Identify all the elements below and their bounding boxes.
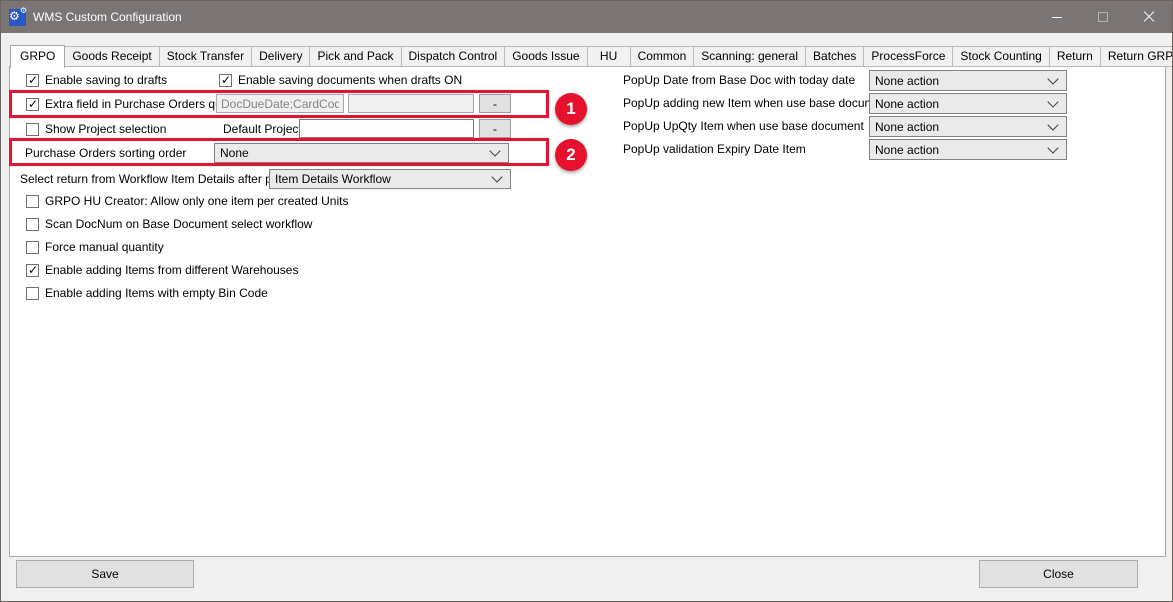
popup-upqty-item-dropdown[interactable]: None action [869, 116, 1067, 137]
purchase-orders-sorting-order-label: Purchase Orders sorting order [25, 146, 186, 160]
checkbox-enable-adding-items-different-warehouses[interactable]: Enable adding Items from different Wareh… [26, 263, 298, 277]
wms-custom-configuration-window: ⚙ ⚙ WMS Custom Configuration GRPO Goods … [0, 0, 1173, 602]
extra-field-clear-button[interactable]: - [479, 94, 511, 113]
popup-upqty-item-label: PopUp UpQty Item when use base document [623, 119, 864, 133]
minimize-icon [1052, 17, 1062, 18]
tab-pick-and-pack[interactable]: Pick and Pack [309, 46, 401, 67]
default-project-label: Default Project [223, 122, 302, 136]
close-button[interactable]: Close [979, 560, 1138, 588]
tab-goods-receipt[interactable]: Goods Receipt [64, 46, 159, 67]
checkbox-label: Enable adding Items with empty Bin Code [45, 286, 268, 300]
dropdown-value: None action [875, 97, 939, 111]
tab-scanning-general[interactable]: Scanning: general [693, 46, 806, 67]
window-controls [1034, 1, 1172, 33]
save-button[interactable]: Save [16, 560, 194, 588]
checkbox-icon [26, 287, 39, 300]
checkbox-extra-field-in-purchase-orders-query[interactable]: Extra field in Purchase Orders query [26, 97, 238, 111]
titlebar: ⚙ ⚙ WMS Custom Configuration [1, 1, 1172, 33]
popup-validation-expiry-date-label: PopUp validation Expiry Date Item [623, 142, 806, 156]
workflow-return-dropdown[interactable]: Item Details Workflow [269, 169, 511, 189]
dropdown-value: Item Details Workflow [275, 172, 391, 186]
checkbox-icon [26, 98, 39, 111]
chevron-down-icon [489, 145, 500, 156]
popup-adding-new-item-dropdown[interactable]: None action [869, 93, 1067, 114]
checkbox-label: Enable adding Items from different Wareh… [45, 263, 298, 277]
popup-adding-new-item-label: PopUp adding new Item when use base docu… [623, 96, 891, 110]
chevron-down-icon [1047, 119, 1058, 130]
checkbox-icon [26, 241, 39, 254]
checkbox-enable-saving-to-drafts[interactable]: Enable saving to drafts [26, 73, 167, 87]
chevron-down-icon [491, 171, 502, 182]
checkbox-label: Show Project selection [45, 122, 166, 136]
tab-delivery[interactable]: Delivery [251, 46, 310, 67]
purchase-orders-sorting-order-dropdown[interactable]: None [214, 143, 509, 163]
checkbox-enable-saving-documents-when-drafts-on[interactable]: Enable saving documents when drafts ON [219, 73, 462, 87]
tab-stock-transfer[interactable]: Stock Transfer [159, 46, 252, 67]
tab-batches[interactable]: Batches [805, 46, 864, 67]
dropdown-value: None action [875, 120, 939, 134]
checkbox-force-manual-quantity[interactable]: Force manual quantity [26, 240, 164, 254]
extra-field-query-input-2[interactable] [348, 94, 474, 113]
app-gears-icon: ⚙ ⚙ [9, 9, 26, 26]
annotation-badge-2: 2 [555, 139, 587, 171]
tab-processforce[interactable]: ProcessForce [863, 46, 953, 67]
annotation-badge-1: 1 [555, 93, 587, 125]
tab-common[interactable]: Common [630, 46, 695, 67]
checkbox-label: Enable saving to drafts [45, 73, 167, 87]
close-window-button[interactable] [1126, 1, 1172, 33]
minimize-button[interactable] [1034, 1, 1080, 33]
checkbox-label: GRPO HU Creator: Allow only one item per… [45, 194, 348, 208]
window-title: WMS Custom Configuration [33, 10, 182, 24]
checkbox-icon [26, 264, 39, 277]
checkbox-show-project-selection[interactable]: Show Project selection [26, 122, 166, 136]
popup-validation-expiry-date-dropdown[interactable]: None action [869, 139, 1067, 160]
maximize-button [1080, 1, 1126, 33]
chevron-down-icon [1047, 142, 1058, 153]
tab-hu[interactable]: HU [587, 46, 631, 67]
checkbox-grpo-hu-creator-one-item[interactable]: GRPO HU Creator: Allow only one item per… [26, 194, 348, 208]
checkbox-icon [26, 123, 39, 136]
checkbox-scan-docnum-base-document[interactable]: Scan DocNum on Base Document select work… [26, 217, 312, 231]
default-project-clear-button[interactable]: - [479, 119, 511, 138]
extra-field-query-input[interactable] [216, 94, 344, 113]
popup-date-base-doc-label: PopUp Date from Base Doc with today date [623, 73, 855, 87]
close-icon [1143, 11, 1155, 23]
workflow-return-label: Select return from Workflow Item Details… [20, 172, 287, 186]
popup-date-base-doc-dropdown[interactable]: None action [869, 70, 1067, 91]
default-project-input[interactable] [299, 119, 474, 138]
checkbox-label: Force manual quantity [45, 240, 164, 254]
tab-return-grpo[interactable]: Return GRPO [1100, 46, 1173, 67]
tab-dispatch-control[interactable]: Dispatch Control [401, 46, 506, 67]
tab-stock-counting[interactable]: Stock Counting [952, 46, 1049, 67]
maximize-icon [1098, 12, 1108, 22]
tab-grpo[interactable]: GRPO [10, 45, 65, 68]
checkbox-icon [26, 218, 39, 231]
checkbox-icon [26, 195, 39, 208]
checkbox-label: Enable saving documents when drafts ON [238, 73, 462, 87]
chevron-down-icon [1047, 96, 1058, 107]
chevron-down-icon [1047, 73, 1058, 84]
checkbox-label: Scan DocNum on Base Document select work… [45, 217, 312, 231]
tab-goods-issue[interactable]: Goods Issue [504, 46, 587, 67]
dropdown-value: None action [875, 143, 939, 157]
tab-strip: GRPO Goods Receipt Stock Transfer Delive… [11, 44, 1173, 67]
checkbox-icon [26, 74, 39, 87]
dropdown-value: None action [875, 74, 939, 88]
checkbox-enable-adding-items-empty-bin-code[interactable]: Enable adding Items with empty Bin Code [26, 286, 268, 300]
checkbox-icon [219, 74, 232, 87]
tab-return[interactable]: Return [1049, 46, 1101, 67]
dropdown-value: None [220, 146, 249, 160]
checkbox-label: Extra field in Purchase Orders query [45, 97, 238, 111]
